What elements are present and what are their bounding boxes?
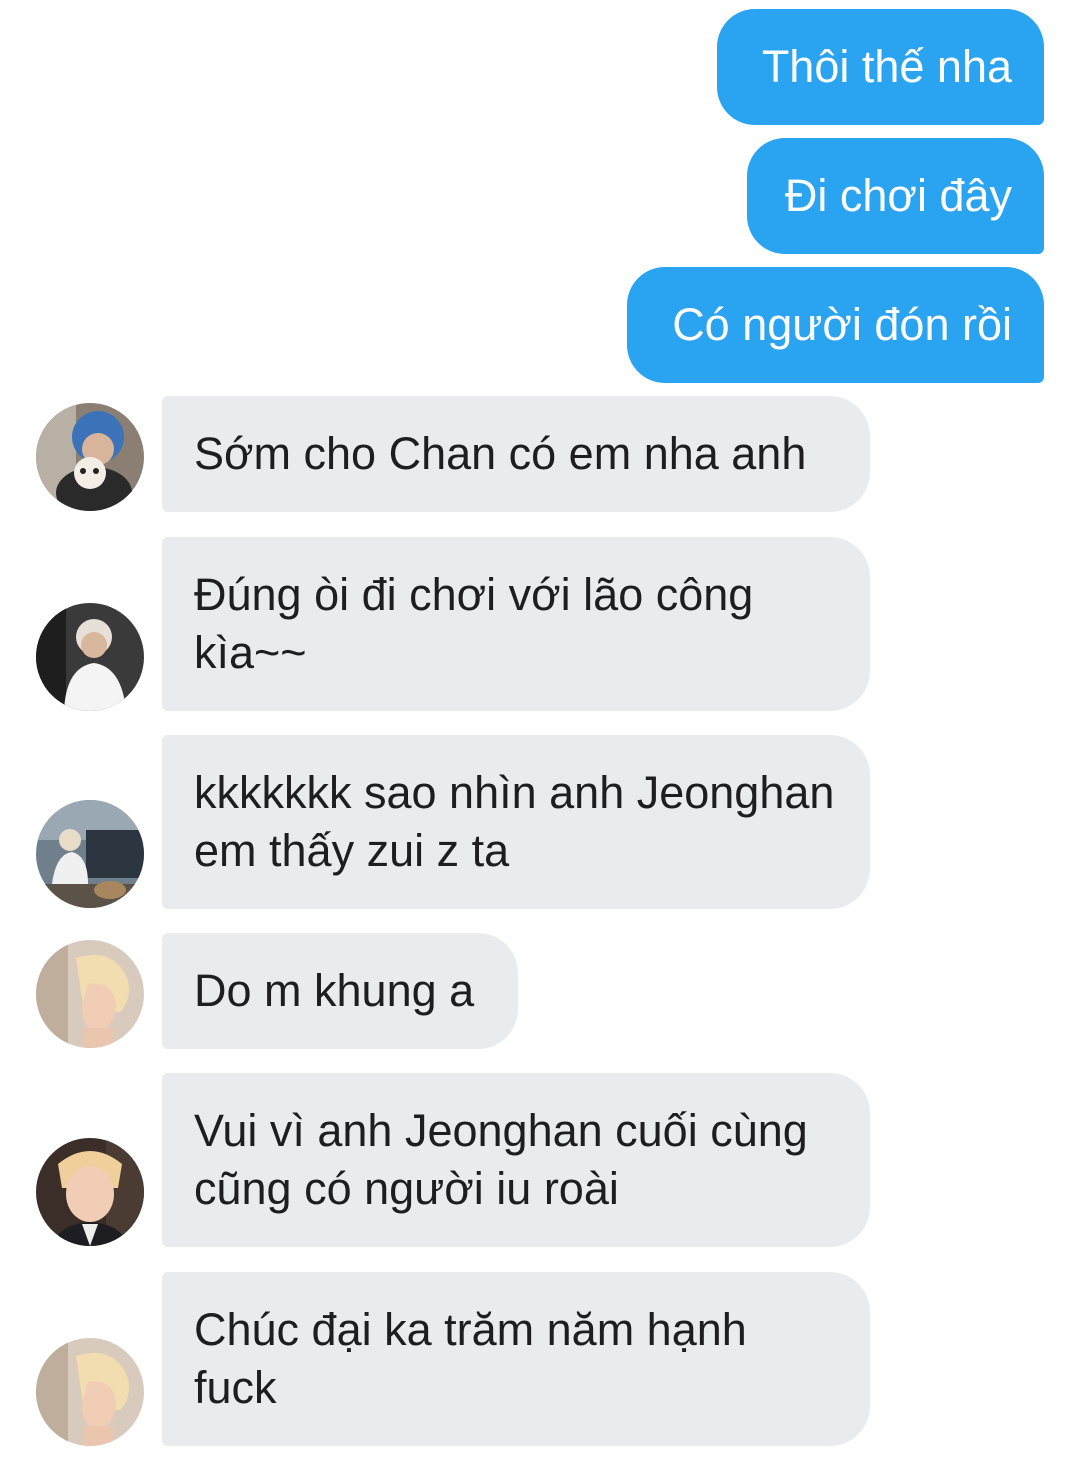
avatar-icon[interactable] [36, 403, 144, 511]
incoming-message[interactable]: Vui vì anh Jeonghan cuối cùng cũng có ng… [162, 1073, 870, 1247]
message-text: Có người đón rồi [672, 299, 1012, 350]
avatar-icon[interactable] [36, 800, 144, 908]
avatar-icon[interactable] [36, 1338, 144, 1446]
avatar-icon[interactable] [36, 1138, 144, 1246]
outgoing-message[interactable]: Có người đón rồi [627, 267, 1044, 383]
message-text: Thôi thế nha [761, 41, 1012, 92]
outgoing-message[interactable]: Thôi thế nha [717, 9, 1044, 125]
avatar-icon[interactable] [36, 940, 144, 1048]
incoming-message[interactable]: kkkkkkk sao nhìn anh Jeonghan em thấy zu… [162, 735, 870, 909]
chat-thread: Thôi thế nha Đi chơi đây Có người đón rồ… [0, 0, 1080, 1459]
outgoing-message[interactable]: Đi chơi đây [747, 138, 1044, 254]
message-text: Sớm cho Chan có em nha anh [194, 428, 807, 479]
incoming-message[interactable]: Do m khung a [162, 933, 518, 1049]
message-text: Chúc đại ka trăm năm hạnh fuck [194, 1304, 747, 1413]
incoming-message[interactable]: Chúc đại ka trăm năm hạnh fuck [162, 1272, 870, 1446]
message-text: Đúng òi đi chơi với lão công kìa~~ [194, 569, 754, 678]
incoming-message[interactable]: Đúng òi đi chơi với lão công kìa~~ [162, 537, 870, 711]
incoming-message[interactable]: Sớm cho Chan có em nha anh [162, 396, 870, 512]
message-text: kkkkkkk sao nhìn anh Jeonghan em thấy zu… [194, 767, 835, 876]
message-text: Vui vì anh Jeonghan cuối cùng cũng có ng… [194, 1105, 808, 1214]
avatar-icon[interactable] [36, 603, 144, 711]
message-text: Do m khung a [194, 965, 475, 1016]
message-text: Đi chơi đây [784, 170, 1012, 221]
